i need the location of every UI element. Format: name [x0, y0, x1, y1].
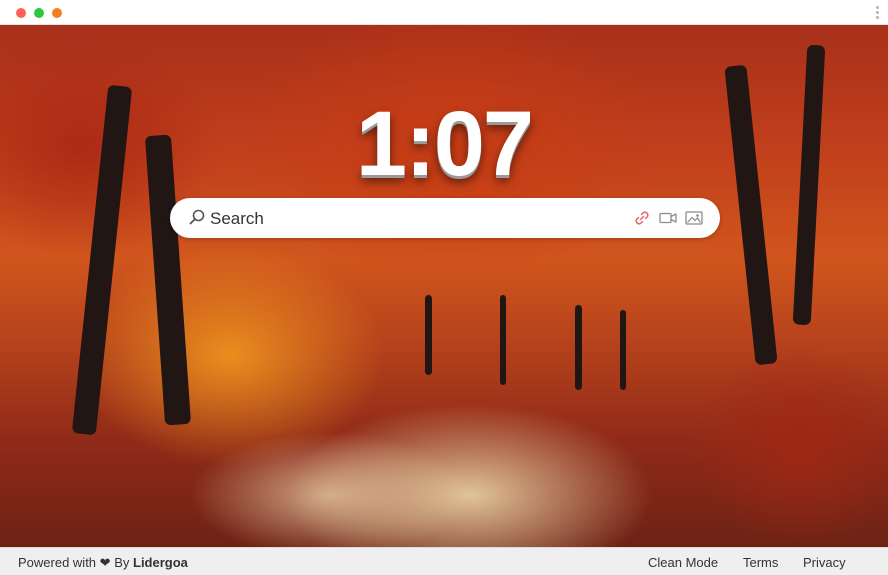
footer-bar: Powered with ❤ By Lidergoa Clean Mode Te… — [0, 547, 888, 575]
powered-by-text: Powered with — [18, 555, 97, 570]
tree-trunk — [620, 310, 626, 390]
title-bar — [0, 0, 888, 25]
video-icon[interactable] — [658, 208, 678, 228]
search-input[interactable] — [208, 204, 612, 234]
clean-mode-link[interactable]: Clean Mode — [648, 555, 718, 570]
tree-trunk — [425, 295, 432, 375]
privacy-link[interactable]: Privacy — [803, 555, 846, 570]
tree-trunk — [500, 295, 506, 385]
search-bar[interactable] — [170, 198, 720, 238]
image-icon[interactable] — [684, 208, 704, 228]
maximize-window-button[interactable] — [34, 8, 44, 18]
powered-by: Powered with ❤ By Lidergoa — [18, 555, 188, 571]
tree-trunk — [575, 305, 582, 390]
more-options-icon[interactable] — [874, 4, 880, 22]
clock-display: 1:07 — [355, 93, 534, 195]
brand-link[interactable]: Lidergoa — [133, 555, 188, 570]
minimize-window-button[interactable] — [52, 8, 62, 18]
heart-icon: ❤ — [99, 555, 111, 570]
by-text: By — [114, 555, 130, 570]
link-icon[interactable] — [632, 208, 652, 228]
close-window-button[interactable] — [16, 8, 26, 18]
search-icon — [189, 209, 205, 225]
terms-link[interactable]: Terms — [743, 555, 778, 570]
